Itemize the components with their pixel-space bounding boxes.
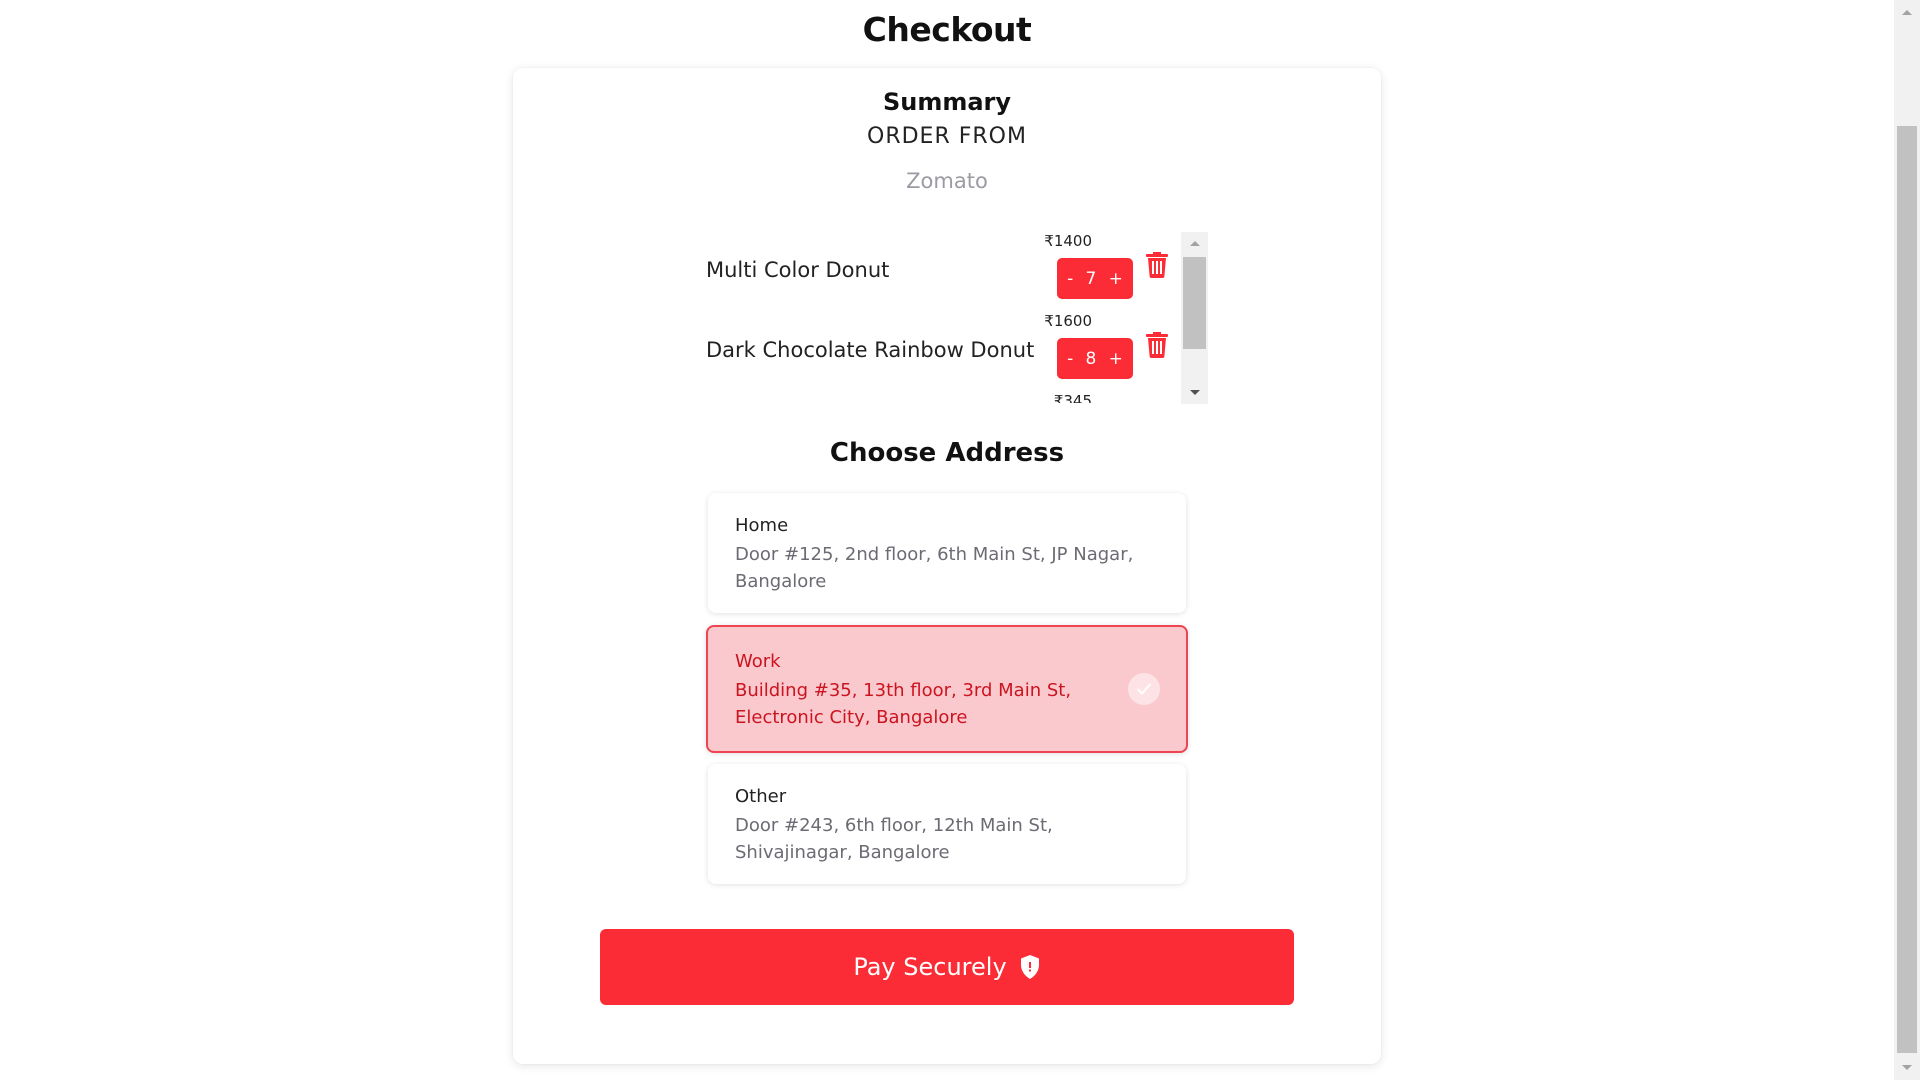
scroll-down-arrow-icon[interactable]	[1181, 382, 1208, 404]
cart-item: ₹345	[706, 392, 1156, 403]
cart-scrollbar[interactable]	[1181, 232, 1208, 404]
page-title: Checkout	[862, 10, 1032, 49]
scroll-up-arrow-icon[interactable]	[1181, 232, 1208, 254]
trash-icon[interactable]	[1145, 250, 1169, 278]
address-option-work[interactable]: Work Building #35, 13th floor, 3rd Main …	[706, 625, 1188, 753]
item-price: ₹1600	[1044, 312, 1092, 330]
address-option-other[interactable]: Other Door #243, 6th floor, 12th Main St…	[708, 764, 1186, 884]
cart-item: Dark Chocolate Rainbow Donut ₹1600 - 8 +	[706, 312, 1168, 382]
cart-item: Multi Color Donut ₹1400 - 7 +	[706, 232, 1168, 302]
address-text: Door #125, 2nd floor, 6th Main St, JP Na…	[735, 544, 1134, 592]
decrement-button[interactable]: -	[1067, 269, 1073, 289]
increment-button[interactable]: +	[1109, 349, 1123, 369]
summary-title: Summary	[882, 88, 1012, 116]
quantity-stepper: - 8 +	[1057, 338, 1133, 379]
increment-button[interactable]: +	[1109, 269, 1123, 289]
decrement-button[interactable]: -	[1067, 349, 1073, 369]
scroll-down-arrow-icon[interactable]	[1894, 1058, 1920, 1078]
quantity-stepper: - 7 +	[1057, 258, 1133, 299]
quantity-value: 7	[1085, 268, 1097, 289]
trash-icon[interactable]	[1145, 330, 1169, 358]
quantity-value: 8	[1085, 348, 1097, 369]
address-label: Work	[735, 651, 781, 672]
cart-list[interactable]: Multi Color Donut ₹1400 - 7 + Dark Choco…	[706, 232, 1222, 403]
cart-scrollbar-thumb[interactable]	[1183, 257, 1206, 349]
item-price: ₹1400	[1044, 232, 1092, 250]
scroll-up-arrow-icon[interactable]	[1894, 2, 1920, 22]
pay-securely-button[interactable]: Pay Securely	[600, 929, 1294, 1005]
restaurant-name: Zomato	[906, 169, 988, 193]
pay-button-label: Pay Securely	[853, 953, 1007, 981]
item-name: Multi Color Donut	[706, 258, 890, 282]
address-option-home[interactable]: Home Door #125, 2nd floor, 6th Main St, …	[708, 493, 1186, 613]
item-price: ₹345	[1053, 392, 1092, 403]
address-label: Other	[735, 786, 787, 807]
address-label: Home	[735, 515, 789, 536]
order-from-label: ORDER FROM	[867, 124, 1027, 149]
page-scrollbar-thumb[interactable]	[1897, 126, 1917, 1053]
item-name: Dark Chocolate Rainbow Donut	[706, 338, 1035, 362]
check-icon	[1128, 673, 1160, 705]
checkout-card: Summary ORDER FROM Zomato Multi Color Do…	[513, 68, 1381, 1064]
page-scrollbar[interactable]	[1894, 0, 1920, 1080]
address-text: Door #243, 6th floor, 12th Main St, Shiv…	[735, 815, 1053, 863]
checkout-page: Checkout Summary ORDER FROM Zomato Multi…	[0, 0, 1920, 1080]
choose-address-title: Choose Address	[829, 438, 1065, 468]
address-text: Building #35, 13th floor, 3rd Main St, E…	[735, 680, 1072, 728]
shield-icon	[1020, 955, 1039, 979]
